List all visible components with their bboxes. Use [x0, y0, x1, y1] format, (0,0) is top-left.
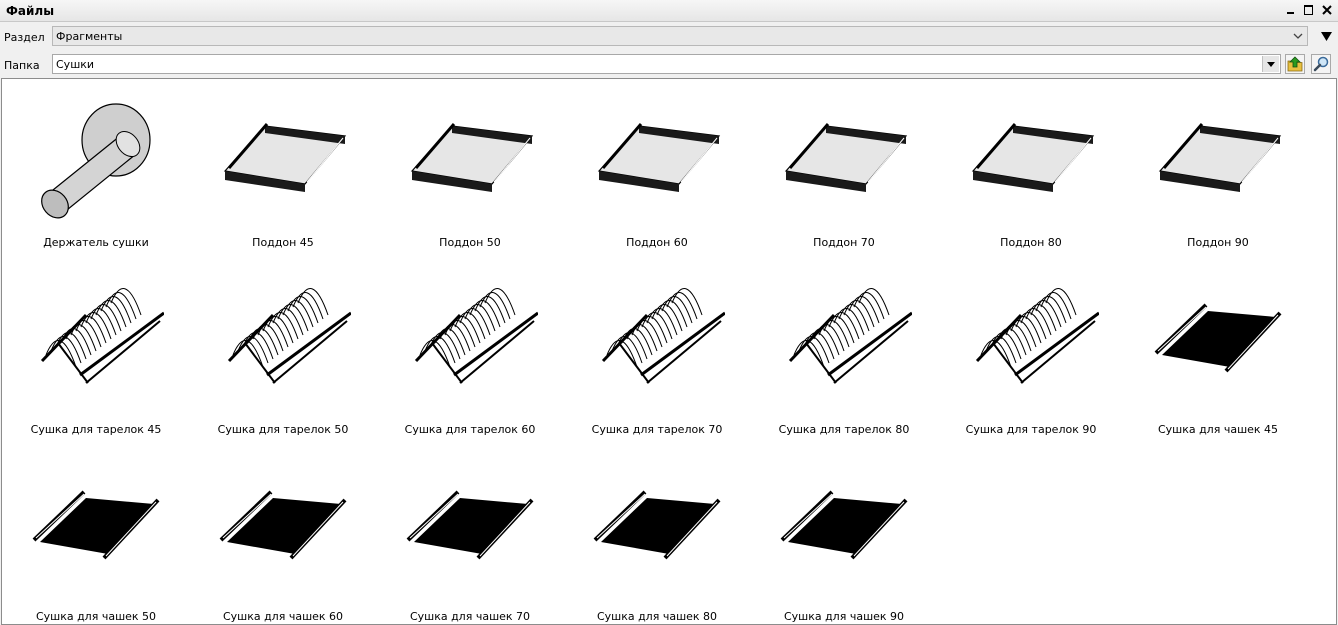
file-item[interactable]: Держатель сушки	[8, 84, 184, 260]
tray-thumbnail	[963, 96, 1099, 226]
window-controls	[1284, 3, 1334, 17]
file-item[interactable]: Сушка для тарелок 45	[8, 271, 184, 447]
file-item[interactable]: Сушка для тарелок 80	[756, 271, 932, 447]
section-dropdown[interactable]: Фрагменты	[52, 26, 1308, 46]
cup-rack-thumbnail	[589, 470, 725, 600]
tray-thumbnail	[589, 96, 725, 226]
file-label: Поддон 70	[813, 236, 875, 249]
cup-rack-thumbnail	[28, 470, 164, 600]
file-thumbnail-grid[interactable]: Держатель сушки Поддон 45 Поддон 50 Поддон …	[1, 78, 1337, 625]
file-label: Сушка для чашек 70	[409, 610, 531, 623]
file-item[interactable]: Сушка для чашек 45	[1130, 271, 1306, 447]
plate-rack-thumbnail	[28, 283, 165, 413]
folder-up-icon	[1287, 56, 1303, 72]
window-title: Файлы	[6, 4, 55, 18]
triangle-down-icon[interactable]	[1262, 56, 1279, 72]
file-item[interactable]: Поддон 60	[569, 84, 745, 260]
file-label: Сушка для тарелок 60	[404, 423, 536, 436]
file-label: Сушка для чашек 90	[783, 610, 905, 623]
cup-rack-thumbnail	[402, 470, 538, 600]
file-label: Сушка для тарелок 70	[591, 423, 723, 436]
file-label: Сушка для чашек 45	[1157, 423, 1279, 436]
title-bar: Файлы	[0, 0, 1338, 22]
section-value: Фрагменты	[56, 30, 123, 43]
magnifier-icon	[1313, 56, 1329, 72]
section-label: Раздел	[4, 31, 45, 44]
file-label: Поддон 90	[1187, 236, 1249, 249]
cup-rack-thumbnail	[776, 470, 912, 600]
file-label: Поддон 50	[439, 236, 501, 249]
cup-rack-thumbnail	[1150, 283, 1286, 413]
file-item[interactable]: Сушка для тарелок 70	[569, 271, 745, 447]
holder-thumbnail	[28, 96, 164, 226]
file-item[interactable]: Сушка для тарелок 60	[382, 271, 558, 447]
file-item[interactable]: Сушка для чашек 90	[756, 458, 932, 624]
minimize-icon[interactable]	[1284, 3, 1298, 17]
tray-thumbnail	[402, 96, 538, 226]
file-label: Сушка для тарелок 90	[965, 423, 1097, 436]
file-label: Сушка для тарелок 80	[778, 423, 910, 436]
file-label: Поддон 60	[626, 236, 688, 249]
file-item[interactable]: Поддон 90	[1130, 84, 1306, 260]
file-item[interactable]: Поддон 50	[382, 84, 558, 260]
file-label: Сушка для тарелок 45	[30, 423, 162, 436]
file-item[interactable]: Сушка для чашек 80	[569, 458, 745, 624]
file-label: Держатель сушки	[43, 236, 149, 249]
folder-value: Сушки	[56, 58, 95, 71]
file-item[interactable]: Поддон 80	[943, 84, 1119, 260]
plate-rack-thumbnail	[776, 283, 913, 413]
plate-rack-thumbnail	[402, 283, 539, 413]
file-item[interactable]: Сушка для чашек 70	[382, 458, 558, 624]
file-label: Сушка для тарелок 50	[217, 423, 349, 436]
cup-rack-thumbnail	[215, 470, 351, 600]
triangle-down-icon[interactable]	[1321, 31, 1332, 44]
plate-rack-thumbnail	[963, 283, 1100, 413]
tray-thumbnail	[1150, 96, 1286, 226]
file-item[interactable]: Сушка для чашек 60	[195, 458, 371, 624]
folder-up-button[interactable]	[1285, 54, 1305, 74]
file-label: Поддон 45	[252, 236, 314, 249]
file-item[interactable]: Сушка для чашек 50	[8, 458, 184, 624]
file-item[interactable]: Сушка для тарелок 90	[943, 271, 1119, 447]
tray-thumbnail	[776, 96, 912, 226]
chevron-down-icon[interactable]	[1290, 28, 1306, 44]
folder-label: Папка	[4, 59, 40, 72]
maximize-icon[interactable]	[1302, 3, 1316, 17]
folder-row: Папка Сушки	[0, 51, 1338, 78]
file-label: Поддон 80	[1000, 236, 1062, 249]
file-label: Сушка для чашек 60	[222, 610, 344, 623]
folder-dropdown[interactable]: Сушки	[52, 54, 1281, 74]
section-row: Раздел Фрагменты	[0, 23, 1338, 50]
file-label: Сушка для чашек 50	[35, 610, 157, 623]
file-label: Сушка для чашек 80	[596, 610, 718, 623]
close-icon[interactable]	[1320, 3, 1334, 17]
file-item[interactable]: Сушка для тарелок 50	[195, 271, 371, 447]
search-button[interactable]	[1311, 54, 1331, 74]
plate-rack-thumbnail	[589, 283, 726, 413]
plate-rack-thumbnail	[215, 283, 352, 413]
tray-thumbnail	[215, 96, 351, 226]
file-item[interactable]: Поддон 45	[195, 84, 371, 260]
file-item[interactable]: Поддон 70	[756, 84, 932, 260]
